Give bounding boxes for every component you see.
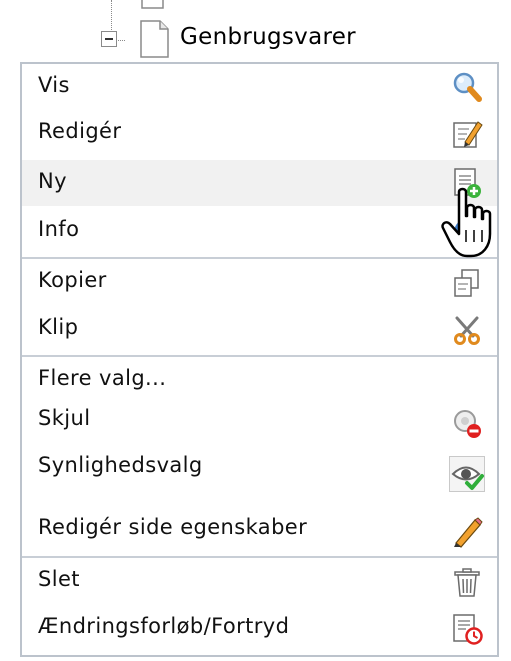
pencil-icon — [451, 516, 483, 548]
menu-item-skjul[interactable]: Skjul — [22, 397, 497, 443]
hide-icon — [451, 407, 483, 439]
menu-item-synlighedsvalg[interactable]: Synlighedsvalg — [22, 444, 497, 492]
page-icon[interactable] — [138, 20, 170, 62]
menu-item-aendringsforloeb[interactable]: Ændringsforløb/Fortryd — [22, 605, 497, 651]
collapse-toggle[interactable] — [101, 31, 117, 47]
menu-item-info[interactable]: Info — [22, 208, 497, 254]
menu-item-vis[interactable]: Vis — [22, 64, 497, 110]
menu-item-label: Klip — [38, 315, 79, 339]
menu-item-label: Redigér — [38, 119, 122, 143]
copy-icon — [451, 267, 483, 299]
hand-cursor-icon — [439, 186, 503, 260]
tree-view: Genbrugsvarer — [0, 0, 511, 62]
menu-item-label: Vis — [38, 73, 70, 97]
edit-page-icon — [451, 118, 483, 150]
menu-item-label: Ændringsforløb/Fortryd — [38, 614, 290, 638]
page-icon — [137, 0, 169, 14]
menu-item-klip[interactable]: Klip — [22, 306, 497, 352]
menu-item-slet[interactable]: Slet — [22, 558, 497, 604]
tree-node-label[interactable]: Genbrugsvarer — [180, 24, 356, 50]
menu-item-label: Slet — [38, 567, 80, 591]
menu-item-rediger[interactable]: Redigér — [22, 110, 497, 156]
magnifier-icon — [451, 71, 483, 103]
menu-item-label: Ny — [38, 169, 67, 193]
menu-item-ny[interactable]: Ny — [22, 160, 497, 206]
menu-item-kopier[interactable]: Kopier — [22, 259, 497, 305]
menu-item-label: Skjul — [38, 406, 91, 430]
menu-item-label: Redigér side egenskaber — [38, 515, 308, 539]
menu-item-label: Info — [38, 217, 80, 241]
trash-icon — [451, 566, 483, 598]
menu-item-label: Synlighedsvalg — [38, 453, 203, 477]
menu-item-label: Flere valg... — [38, 366, 167, 390]
context-menu: Vis Redigér Ny Info Kopier Klip Flere va… — [20, 62, 499, 657]
history-icon — [451, 613, 483, 645]
scissors-icon — [451, 314, 483, 346]
menu-item-label: Kopier — [38, 268, 107, 292]
menu-item-rediger-side-egenskaber[interactable]: Redigér side egenskaber — [22, 506, 497, 552]
visibility-icon — [449, 456, 485, 492]
